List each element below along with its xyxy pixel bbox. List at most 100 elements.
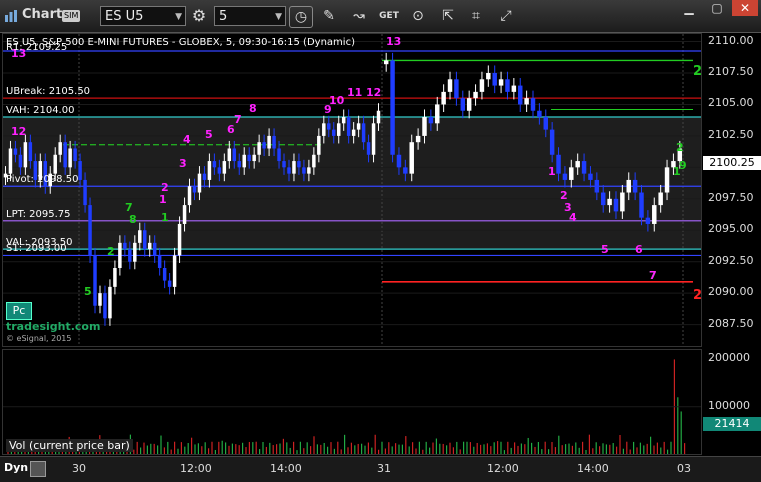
day2-candle [626, 179, 631, 193]
day2-candle [396, 154, 402, 168]
day2-candle [639, 192, 644, 218]
day2-candle [588, 173, 593, 180]
day1-candle [118, 242, 122, 268]
day2-candle [435, 104, 440, 124]
count-marker: 21 [693, 64, 701, 79]
day2-candle [549, 129, 555, 155]
price-tick-label: 2110.00 [708, 33, 754, 47]
price-tick-label: 2107.50 [708, 65, 754, 78]
day1-candle [98, 293, 102, 306]
price-chart[interactable]: 1312213456789101112131234567721202197852… [3, 34, 701, 346]
day1-candle [143, 230, 147, 250]
day1-candle [138, 230, 142, 243]
day1-candle [242, 154, 246, 168]
count-marker: 3 [179, 157, 187, 170]
interval-combo[interactable]: 5 ▼ [214, 6, 286, 26]
volume-panel[interactable]: Vol (current price bar) [2, 349, 702, 455]
dyn-button[interactable]: Dyn [4, 461, 28, 474]
play-icon[interactable]: ⊙ [407, 6, 429, 26]
day1-candle [157, 255, 162, 268]
day2-candle [664, 167, 670, 193]
day1-candle [28, 142, 33, 162]
day2-candle [518, 85, 523, 105]
clock-icon[interactable]: ◷ [289, 6, 313, 28]
zoom-icon[interactable]: ⤢ [495, 6, 517, 26]
day1-candle [108, 286, 112, 319]
ruler-icon[interactable]: ⌗ [465, 6, 487, 26]
day1-candle [88, 205, 92, 256]
day1-candle [13, 148, 18, 155]
day1-candle [332, 129, 336, 136]
day1-candle [83, 179, 87, 206]
count-marker: 5 [84, 285, 92, 298]
day1-candle [93, 255, 97, 306]
time-tick-label: 12:00 [180, 462, 212, 475]
day1-candle [361, 123, 366, 143]
time-tick-label: 03 [677, 462, 691, 475]
cursor-icon[interactable]: ⇱ [437, 6, 459, 26]
minimize-icon[interactable]: ▁ [676, 0, 702, 16]
day2-candle [415, 135, 421, 143]
count-marker: 6 [635, 243, 643, 256]
day1-candle [257, 142, 261, 155]
day1-candle [103, 293, 107, 319]
sim-badge: SIM [62, 10, 81, 22]
day1-candle [297, 161, 301, 168]
day1-candle [351, 129, 356, 136]
day2-candle [473, 91, 478, 99]
count-marker: 10 [329, 94, 345, 107]
day2-candle [620, 192, 625, 212]
level-label-lpt: LPT: 2095.75 [6, 208, 71, 220]
day1-candle [128, 249, 132, 262]
link-icon[interactable]: ↝ [348, 6, 370, 26]
gear-icon[interactable]: ⚙ [188, 6, 210, 26]
day1-candle [58, 142, 62, 155]
chevron-down-icon: ▼ [175, 12, 182, 22]
count-marker: 7 [234, 113, 242, 126]
day2-candle [486, 73, 491, 80]
day1-candle [113, 268, 117, 287]
level-label-s1: S1: 2093.00 [6, 243, 67, 255]
zoom-icon[interactable] [30, 461, 46, 477]
time-tick-label: 30 [72, 462, 86, 475]
day2-candle [575, 161, 580, 168]
day1-candle [302, 167, 306, 174]
day1-candle [23, 142, 28, 168]
level-label-pivot: Pivot: 2098.50 [6, 174, 79, 186]
day1-candle [217, 167, 222, 174]
app-title: Chart [22, 7, 63, 22]
price-tick-label: 2095.00 [708, 222, 754, 236]
count-marker: 1 [159, 193, 167, 206]
day2-candle [556, 154, 561, 174]
day1-candle [152, 242, 157, 256]
day2-candle [645, 217, 651, 224]
pc-badge[interactable]: Pc [6, 302, 32, 320]
count-marker: 8 [249, 102, 257, 115]
day2-candle [613, 198, 619, 212]
day1-candle [312, 154, 316, 168]
day2-candle [581, 161, 587, 174]
day2-candle [530, 98, 536, 111]
day1-candle [317, 135, 321, 155]
maximize-icon[interactable]: ▢ [704, 0, 730, 16]
price-tick-label: 2105.00 [708, 96, 754, 110]
day1-candle [167, 280, 172, 287]
time-axis-bar: Dyn 30 12:00 14:00 31 12:00 14:00 03 [0, 456, 761, 482]
close-icon[interactable]: ✕ [732, 0, 758, 16]
day1-candle [366, 142, 371, 155]
day2-candle [454, 79, 459, 99]
r1-label: R1: 2109.25 [6, 42, 68, 53]
volume-tick-label: 100000 [708, 398, 750, 412]
day1-candle [292, 161, 296, 174]
last-volume-badge: 21414 [703, 417, 761, 431]
price-panel[interactable]: 1312213456789101112131234567721202197852… [2, 33, 702, 347]
time-tick-label: 31 [377, 462, 391, 475]
count-marker: 7 [649, 269, 657, 282]
get-icon[interactable]: GET [378, 6, 400, 26]
day2-candle [460, 98, 466, 111]
draw-icon[interactable]: ✎ [318, 6, 340, 26]
symbol-combo[interactable]: ES U5 ▼ [100, 6, 186, 26]
day1-candle [252, 154, 256, 162]
last-price-badge: 2100.25 [703, 156, 761, 171]
day2-candle [594, 179, 600, 193]
